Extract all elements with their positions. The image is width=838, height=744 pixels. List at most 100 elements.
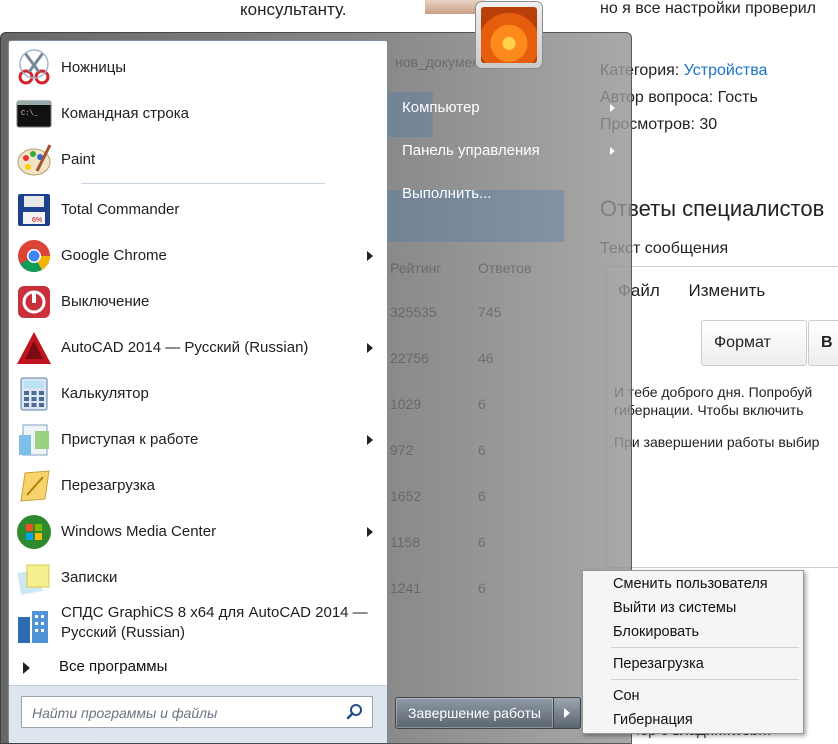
right-item-computer[interactable]: Компьютер [402,99,480,116]
program-item-getting-started[interactable]: Приступая к работе [9,419,387,461]
svg-text:6%: 6% [32,217,42,224]
editor-text-line: гибернации. Чтобы включить [614,402,804,418]
format-dropdown[interactable]: Формат [701,320,807,366]
scissors-icon [18,49,50,85]
program-item-autocad[interactable]: AutoCAD 2014 — Русский (Russian) [9,327,387,369]
restart-icon [20,470,50,502]
ghost-text: 46 [478,350,494,366]
flower-picture [481,7,537,63]
consultant-text: консультанту. [240,0,347,19]
programs-pane: Ножницы C:\_ Командная строка Paint 6% T… [8,40,388,743]
media-center-icon [17,515,51,549]
menu-separator [611,647,799,648]
ghost-text: 6 [478,396,486,412]
question-text: но я все настройки проверил [600,0,816,17]
program-label: Paint [61,151,96,168]
getting-started-icon [19,424,49,456]
ghost-text: 22756 [390,350,429,366]
program-item-calculator[interactable]: Калькулятор [9,373,387,415]
program-item-windows-media-center[interactable]: Windows Media Center [9,511,387,553]
calculator-icon [20,377,48,411]
program-item-restart[interactable]: Перезагрузка [9,465,387,507]
ghost-text: 6 [478,442,486,458]
program-item-shutdown[interactable]: Выключение [9,281,387,323]
search-input[interactable] [30,702,344,724]
program-label: СПДС GraphiCS 8 x64 для AutoCAD 2014 — [61,604,368,621]
ghost-text: 325535 [390,304,437,320]
search-area [9,685,387,743]
menu-separator [611,679,799,680]
answers-heading: Ответы специалистов [600,196,825,221]
bold-button[interactable]: B [808,320,838,366]
submenu-arrow-icon[interactable] [367,251,373,261]
program-label: Windows Media Center [61,523,217,540]
command-prompt-icon: C:\_ [16,100,52,128]
power-options-menu: Сменить пользователя Выйти из системы Бл… [582,570,804,734]
program-label: Перезагрузка [61,477,155,494]
program-label: Ножницы [61,59,127,76]
ghost-text: Рейтинг [390,260,442,276]
menu-item-lock[interactable]: Блокировать [613,624,699,640]
all-programs-label: Все программы [59,658,168,675]
ghost-text: 1158 [390,534,421,550]
program-item-spds-graphics[interactable]: СПДС GraphiCS 8 x64 для AutoCAD 2014 — Р… [9,601,387,651]
submenu-arrow-icon[interactable] [367,435,373,445]
svg-text:C:\_: C:\_ [21,110,39,118]
chevron-right-icon [564,708,570,718]
chrome-icon [18,240,51,273]
ghost-text: 1029 [390,396,422,412]
ghost-text: 1652 [390,488,422,504]
menu-item-restart[interactable]: Перезагрузка [613,656,704,672]
ghost-text: 1241 [390,580,422,596]
menu-item-sleep[interactable]: Сон [613,688,640,704]
menu-item-switch-user[interactable]: Сменить пользователя [613,576,768,592]
paint-icon [17,144,52,176]
program-item-snipping-tool[interactable]: Ножницы [9,47,387,89]
right-item-control-panel[interactable]: Панель управления [402,142,540,159]
sticky-notes-icon [17,564,50,595]
ghost-text: 972 [390,442,414,458]
program-item-google-chrome[interactable]: Google Chrome [9,235,387,277]
category-link[interactable]: Устройства [684,62,768,79]
programs-divider [81,183,325,184]
ghost-text: 6 [478,534,486,550]
program-label-line2: Русский (Russian) [61,624,186,641]
program-label: Приступая к работе [61,431,199,448]
editor-text-line: И тебе доброго дня. Попробуй [614,384,813,400]
submenu-arrow-icon[interactable] [610,104,615,112]
program-label: Записки [61,569,118,586]
program-item-command-prompt[interactable]: C:\_ Командная строка [9,93,387,135]
program-item-paint[interactable]: Paint [9,139,387,181]
program-label: Командная строка [61,105,189,122]
program-item-total-commander[interactable]: 6% Total Commander [9,189,387,231]
submenu-arrow-icon[interactable] [367,527,373,537]
program-label: Google Chrome [61,247,167,264]
right-item-run[interactable]: Выполнить... [402,185,492,202]
editor-menu-edit[interactable]: Изменить [689,281,766,300]
shutdown-button[interactable]: Завершение работы [395,697,554,729]
menu-item-hibernate[interactable]: Гибернация [613,712,693,728]
ghost-text: 745 [478,304,502,320]
spds-graphics-icon [18,611,48,643]
search-icon[interactable] [346,703,364,721]
user-avatar[interactable] [476,2,542,68]
ghost-text: 6 [478,580,486,596]
autocad-icon [17,332,51,364]
power-off-icon [18,286,50,318]
program-label: Калькулятор [61,385,149,402]
program-label: AutoCAD 2014 — Русский (Russian) [61,339,309,356]
search-box[interactable] [21,696,373,728]
program-item-sticky-notes[interactable]: Записки [9,557,387,599]
all-programs-button[interactable]: Все программы [9,653,387,683]
editor-text-line: При завершении работы выбир [614,434,820,450]
total-commander-icon: 6% [18,194,50,226]
submenu-arrow-icon[interactable] [610,147,615,155]
ghost-text: Ответов [478,260,532,276]
ghost-text: 6 [478,488,486,504]
menu-item-log-off[interactable]: Выйти из системы [613,600,736,616]
program-label: Total Commander [61,201,180,218]
submenu-arrow-icon[interactable] [367,343,373,353]
program-label: Выключение [61,293,150,310]
shutdown-options-button[interactable] [553,697,581,729]
expand-triangle-icon [23,662,30,674]
